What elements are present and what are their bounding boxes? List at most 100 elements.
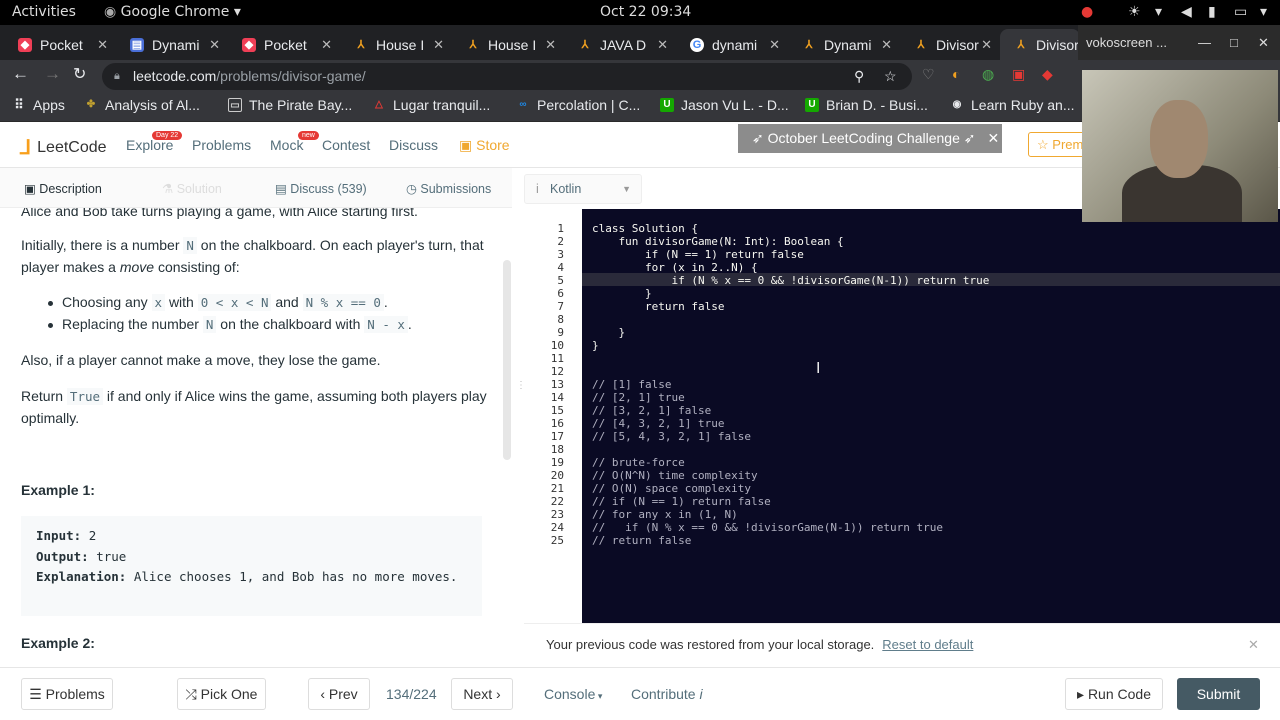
url-path: /problems/divisor-game/ (216, 68, 366, 84)
maximize-icon[interactable]: □ (1230, 25, 1238, 60)
description-scrollbar[interactable] (503, 260, 511, 460)
browser-tab[interactable]: ⅄ House I ✕ (452, 29, 564, 60)
browser-tab[interactable]: ⅄ JAVA D ✕ (564, 29, 676, 60)
line-number: 1 (557, 222, 564, 235)
close-icon[interactable]: ✕ (881, 37, 892, 53)
close-icon[interactable]: ✕ (988, 130, 1000, 146)
record-icon[interactable]: ● (1081, 4, 1093, 20)
bookmark-icon: ✤ (86, 99, 96, 110)
browser-tab[interactable]: ⅄ Dynami ✕ (788, 29, 900, 60)
close-icon[interactable]: ✕ (981, 37, 992, 53)
close-icon[interactable]: ✕ (433, 37, 444, 53)
activities-button[interactable]: Activities (12, 4, 76, 20)
tab-submissions[interactable]: ◷ Submissions (406, 181, 491, 196)
forward-icon[interactable]: → (44, 64, 61, 84)
browser-tab[interactable]: Gdynami ✕ (676, 29, 788, 60)
system-menu-icon[interactable]: ▾ (1260, 4, 1267, 20)
reload-icon[interactable]: ↻ (73, 64, 86, 84)
run-code-button[interactable]: ▸ Run Code (1065, 678, 1163, 710)
browser-tab-active[interactable]: ⅄ Divisor (1000, 29, 1080, 60)
app-menu[interactable]: ◉ Google Chrome ▾ (104, 4, 241, 20)
extension-icon[interactable]: ▣ (1012, 66, 1025, 83)
code-line: // [1] false (592, 378, 672, 391)
nav-contest[interactable]: Contest (322, 137, 370, 153)
clock[interactable]: Oct 22 09:34 (600, 4, 691, 20)
leetcode-logo[interactable]: ⅃ LeetCode (20, 135, 107, 160)
close-icon[interactable]: ✕ (1248, 624, 1259, 666)
code-line: // brute-force (592, 456, 685, 469)
browser-tab[interactable]: ▤ Dynami ✕ (116, 29, 228, 60)
code-area[interactable]: class Solution { fun divisorGame(N: Int)… (582, 209, 1280, 623)
nav-problems[interactable]: Problems (192, 137, 251, 153)
problems-button[interactable]: ☰ Problems (21, 678, 113, 710)
line-number: 7 (557, 300, 564, 313)
list-item: Choosing any x with 0 < x < N and N % x … (48, 292, 482, 313)
browser-tab[interactable]: ⅄ Divisor ✕ (900, 29, 1000, 60)
bookmark-item[interactable]: ✤ Analysis of Al... (84, 97, 200, 113)
code-line: return false (592, 300, 725, 313)
url-domain: leetcode.com (133, 68, 217, 84)
bookmark-apps[interactable]: ⠿ Apps (12, 97, 65, 113)
extension-icon[interactable]: ◆ (1042, 66, 1053, 83)
challenge-banner[interactable]: ➶ October LeetCoding Challenge ➶ ✕ (738, 124, 1002, 153)
browser-tab[interactable]: ⅄ House I ✕ (340, 29, 452, 60)
bookmark-item[interactable]: U Brian D. - Busi... (805, 97, 928, 113)
nav-mock[interactable]: Mock (270, 137, 303, 153)
close-icon[interactable]: ✕ (1258, 25, 1269, 60)
code-line: if (N % x == 0 && !divisorGame(N-1)) ret… (592, 274, 990, 287)
leetcode-icon: ⅄ (357, 38, 365, 51)
language-select[interactable]: i Kotlin ▼ (524, 174, 642, 204)
pick-one-button[interactable]: ⤮ Pick One (177, 678, 266, 710)
bookmark-item[interactable]: ∞ Percolation | C... (516, 97, 640, 113)
browser-tab[interactable]: ◆ Pocket ✕ (228, 29, 340, 60)
close-icon[interactable]: ✕ (209, 37, 220, 53)
extension-icon[interactable]: ◐ (952, 66, 960, 82)
bookmark-item[interactable]: U Jason Vu L. - D... (660, 97, 789, 113)
line-number: 10 (550, 339, 564, 352)
restore-message: Your previous code was restored from you… (546, 637, 875, 652)
line-number: 3 (557, 248, 564, 261)
next-button[interactable]: Next › (451, 678, 513, 710)
minimize-icon[interactable]: — (1198, 25, 1211, 60)
window-title: vokoscreen ... (1086, 35, 1167, 50)
back-icon[interactable]: ← (12, 64, 29, 84)
line-number: 2 (557, 235, 564, 248)
clock-icon: ◷ (406, 182, 421, 196)
nav-store[interactable]: ▣ Store (459, 137, 510, 154)
tab-discuss[interactable]: ▤ Discuss (539) (275, 181, 367, 196)
bookmark-item[interactable]: ◉ Learn Ruby an... (950, 97, 1075, 113)
chevron-left-icon: ‹ (320, 686, 329, 702)
prev-button[interactable]: ‹ Prev (308, 678, 370, 710)
extension-icon[interactable]: ◍ (982, 66, 994, 83)
code-line: // O(N^N) time complexity (592, 469, 758, 482)
star-icon[interactable]: ☆ (884, 63, 897, 90)
bookmark-item[interactable]: △ Lugar tranquil... (372, 97, 490, 113)
contribute-link[interactable]: Contribute i (631, 686, 703, 702)
zoom-icon[interactable]: ⚲ (854, 63, 864, 90)
restore-notice: Your previous code was restored from you… (524, 623, 1280, 667)
example-heading: Example 2: (21, 635, 95, 651)
tab-description[interactable]: ▣ Description (24, 181, 102, 196)
premium-button[interactable]: ☆ Prem (1028, 132, 1088, 157)
browser-tab[interactable]: ◆ Pocket ✕ (4, 29, 116, 60)
close-icon[interactable]: ✕ (657, 37, 668, 53)
leetcode-icon: ⅄ (917, 38, 925, 51)
line-number: 16 (550, 417, 564, 430)
chevron-down-icon: ▼ (622, 184, 631, 194)
close-icon[interactable]: ✕ (545, 37, 556, 53)
reset-default-link[interactable]: Reset to default (882, 637, 973, 652)
nav-discuss[interactable]: Discuss (389, 137, 438, 153)
code-line: class Solution { (592, 222, 698, 235)
bookmark-item[interactable]: ▭ The Pirate Bay... (228, 97, 352, 113)
pocket-ext-icon[interactable]: ♡ (922, 66, 935, 83)
close-icon[interactable]: ✕ (97, 37, 108, 53)
line-number: 6 (557, 287, 564, 300)
console-toggle[interactable]: Console ▾ (544, 686, 602, 702)
code-line: // [2, 1] true (592, 391, 685, 404)
close-icon[interactable]: ✕ (321, 37, 332, 53)
url-bar[interactable]: 🔒︎ leetcode.com/problems/divisor-game/ ⚲… (102, 63, 912, 90)
submit-button[interactable]: Submit (1177, 678, 1260, 710)
tab-solution[interactable]: ⚗ Solution (162, 181, 222, 196)
close-icon[interactable]: ✕ (769, 37, 780, 53)
code-editor[interactable]: 1 2 3 4 5 6 7 8 9 10 11 12 13 14 15 16 17 18 19 20 21 22 23 24 2… (524, 209, 1280, 623)
